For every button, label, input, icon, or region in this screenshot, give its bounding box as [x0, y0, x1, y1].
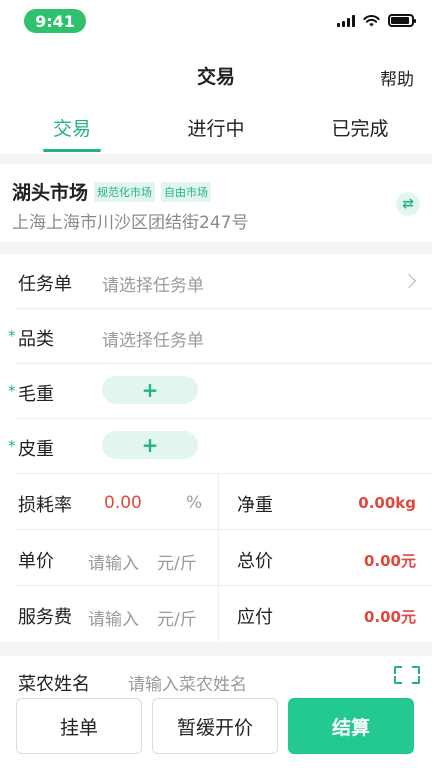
unit-price-input[interactable]: 请输入 [88, 549, 139, 574]
scan-icon[interactable] [394, 666, 420, 684]
trade-form: 任务单 请选择任务单 * 品类 请选择任务单 * 毛重 + * 皮重 + 损耗率… [0, 254, 432, 642]
tab-trade[interactable]: 交易 [0, 104, 144, 154]
help-button[interactable]: 帮助 [380, 65, 414, 90]
status-icons [337, 14, 416, 27]
required-mark: * [8, 437, 16, 455]
chevron-right-icon [401, 273, 417, 289]
net-weight-cell: 净重 0.00kg [219, 474, 432, 530]
unit-price-label: 单价 [18, 551, 54, 572]
task-label: 任务单 [18, 274, 72, 295]
payable-value: 0.00元 [363, 608, 416, 626]
unit-price-cell: 单价 请输入 元/斤 [0, 530, 218, 586]
task-row[interactable]: 任务单 请选择任务单 [0, 254, 432, 309]
category-select[interactable]: 请选择任务单 [102, 326, 204, 351]
add-tare-weight-button[interactable]: + [102, 431, 198, 459]
required-mark: * [8, 327, 16, 345]
payable-cell: 应付 0.00元 [219, 586, 432, 642]
market-tag-free: 自由市场 [161, 181, 212, 202]
net-weight-value: 0.00kg [358, 494, 416, 512]
tab-in-progress[interactable]: 进行中 [144, 104, 288, 154]
loss-rate-unit: % [186, 493, 203, 513]
pricing-grid: 损耗率 0.00 % 净重 0.00kg 单价 请输入 元/斤 总价 0.00元… [0, 474, 432, 642]
market-card[interactable]: 湖头市场 规范化市场 自由市场 上海上海市川沙区团结街247号 ⇄ [0, 164, 432, 242]
page-title: 交易 [196, 66, 235, 88]
hold-order-button[interactable]: 挂单 [16, 698, 142, 754]
total-price-value: 0.00元 [363, 552, 416, 570]
task-select[interactable]: 请选择任务单 [102, 271, 204, 296]
total-price-label: 总价 [237, 551, 273, 572]
category-row[interactable]: * 品类 请选择任务单 [0, 309, 432, 364]
bottom-action-bar: 挂单 暂缓开价 结算 [0, 692, 432, 768]
category-label: 品类 [18, 329, 54, 350]
gross-weight-label: 毛重 [18, 384, 54, 405]
market-name: 湖头市场 [12, 182, 89, 204]
switch-market-icon[interactable]: ⇄ [396, 192, 420, 216]
service-fee-cell: 服务费 请输入 元/斤 [0, 586, 218, 642]
total-price-cell: 总价 0.00元 [219, 530, 432, 586]
net-weight-label: 净重 [237, 495, 273, 516]
wifi-icon [363, 15, 380, 27]
market-tag-standard: 规范化市场 [94, 181, 156, 202]
nav-bar: 交易 帮助 [0, 44, 432, 104]
tare-weight-row: * 皮重 + [0, 419, 432, 474]
market-address: 上海上海市川沙区团结街247号 [12, 213, 249, 233]
cellular-signal-icon [337, 14, 355, 27]
settle-button[interactable]: 结算 [288, 698, 414, 754]
loss-rate-label: 损耗率 [18, 495, 72, 516]
tare-weight-label: 皮重 [18, 439, 54, 460]
status-bar: 9:41 [0, 0, 432, 44]
unit-price-unit: 元/斤 [157, 554, 197, 574]
payable-label: 应付 [237, 607, 273, 628]
service-fee-input[interactable]: 请输入 [88, 605, 139, 630]
battery-icon [388, 14, 416, 27]
loss-rate-cell: 损耗率 0.00 % [0, 474, 218, 530]
service-fee-unit: 元/斤 [157, 610, 197, 630]
defer-pricing-button[interactable]: 暂缓开价 [152, 698, 278, 754]
gross-weight-row: * 毛重 + [0, 364, 432, 419]
add-gross-weight-button[interactable]: + [102, 376, 198, 404]
tab-completed[interactable]: 已完成 [288, 104, 432, 154]
tab-bar: 交易 进行中 已完成 [0, 104, 432, 154]
required-mark: * [8, 382, 16, 400]
status-time: 9:41 [24, 9, 86, 33]
service-fee-label: 服务费 [18, 607, 72, 628]
loss-rate-input[interactable]: 0.00 [104, 493, 142, 513]
market-name-row: 湖头市场 规范化市场 自由市场 [12, 178, 212, 205]
